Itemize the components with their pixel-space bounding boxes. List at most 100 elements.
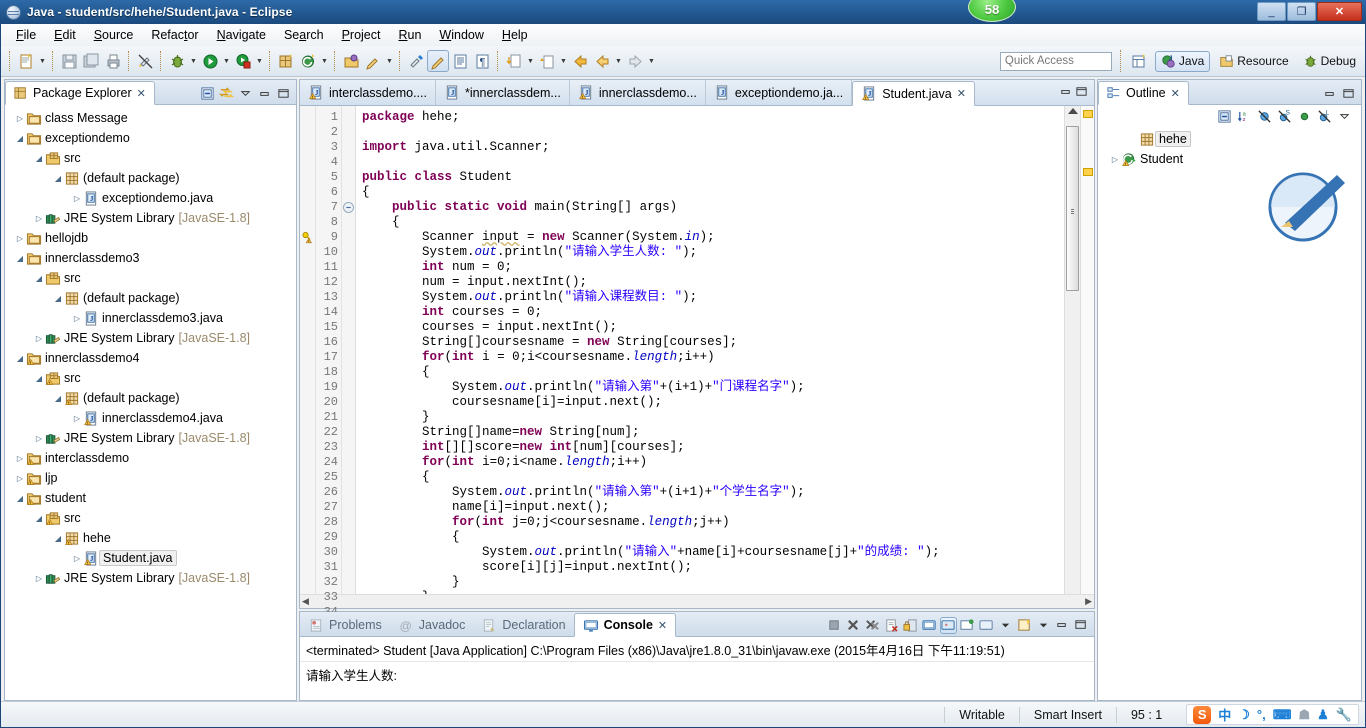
forward-dropdown-icon[interactable]: ▼ [646,50,657,72]
bottom-tab-problems[interactable]: Problems [300,613,390,637]
new-wizard-icon[interactable] [15,50,37,72]
perspective-java[interactable]: J Java [1154,50,1211,72]
minimize-button[interactable]: _ [1257,2,1286,21]
collapsed-arrow-icon[interactable]: ▷ [15,474,25,483]
new-java-class-icon[interactable] [297,50,319,72]
close-button[interactable]: ✕ [1317,2,1362,21]
code-line[interactable] [362,155,1064,170]
editor-tab-0[interactable]: Jinterclassdemo.... [300,80,436,105]
collapsed-arrow-icon[interactable]: ▷ [34,574,44,583]
expanded-arrow-icon[interactable]: ◢ [15,494,25,503]
tree-item-class-message[interactable]: ▷ class Message [5,108,296,128]
collapse-all-icon[interactable] [199,85,216,102]
minimize-view-icon[interactable] [1059,85,1072,101]
minimize-view-icon[interactable] [256,85,273,102]
maximize-view-icon[interactable] [1073,617,1090,634]
close-icon[interactable]: ✕ [957,87,966,100]
debug-dropdown-icon[interactable]: ▼ [188,50,199,72]
scrollbar-thumb[interactable] [1066,126,1079,291]
expanded-arrow-icon[interactable]: ◢ [53,294,63,303]
ime-toolbar[interactable]: S 中 ☽ °, ⌨ ☗ ♟ 🔧 [1186,704,1359,725]
expanded-arrow-icon[interactable]: ◢ [34,514,44,523]
menu-help[interactable]: Help [493,26,537,44]
forward-history-icon[interactable] [591,50,613,72]
collapsed-arrow-icon[interactable]: ▷ [34,434,44,443]
tree-item-jre-system-library[interactable]: ▷ JRE System Library [JavaSE-1.8] [5,428,296,448]
marker-gutter[interactable] [300,106,316,594]
debug-icon[interactable] [166,50,188,72]
maximize-view-icon[interactable] [275,85,292,102]
folding-ruler[interactable] [342,106,356,594]
open-type-icon[interactable] [340,50,362,72]
close-icon[interactable]: ✕ [658,619,667,632]
scroll-right-arrow-icon[interactable]: ▶ [1085,596,1092,607]
tree-item-innerclassdemo3-java[interactable]: ▷ Jinnerclassdemo3.java [5,308,296,328]
menu-navigate[interactable]: Navigate [208,26,275,44]
open-perspective-icon[interactable] [1129,50,1151,72]
tree-item-innerclassdemo4[interactable]: ◢ innerclassdemo4 [5,348,296,368]
code-line[interactable]: { [362,365,1064,380]
show-whitespace-icon[interactable] [449,50,471,72]
code-line[interactable]: for(int j=0;j<coursesname.length;j++) [362,515,1064,530]
expanded-arrow-icon[interactable]: ◢ [34,154,44,163]
next-annotation-icon[interactable] [503,50,525,72]
pilcrow-icon[interactable]: ¶ [471,50,493,72]
code-line[interactable]: int num = 0; [362,260,1064,275]
code-line[interactable]: public class Student [362,170,1064,185]
menu-edit[interactable]: Edit [45,26,85,44]
code-line[interactable]: System.out.println("请输入学生人数: "); [362,245,1064,260]
editor-tab-3[interactable]: Jexceptiondemo.ja... [706,80,853,105]
maximize-view-icon[interactable] [1340,85,1357,102]
menu-run[interactable]: Run [389,26,430,44]
expanded-arrow-icon[interactable]: ◢ [34,274,44,283]
collapsed-arrow-icon[interactable]: ▷ [72,194,82,203]
code-line[interactable]: courses = input.nextInt(); [362,320,1064,335]
tab-package-explorer[interactable]: Package Explorer ✕ [5,81,155,105]
code-line[interactable]: System.out.println("请输入课程数目: "); [362,290,1064,305]
expanded-arrow-icon[interactable]: ◢ [15,254,25,263]
back-icon[interactable] [569,50,591,72]
collapse-all-icon[interactable] [1216,108,1233,125]
ime-punctuation-icon[interactable]: °, [1257,707,1266,722]
ime-tools-icon[interactable]: 🔧 [1336,707,1352,723]
run-external-tools-icon[interactable] [232,50,254,72]
bottom-tab-console[interactable]: Console ✕ [573,613,677,637]
ime-skin-icon[interactable]: ♟ [1317,707,1329,723]
editor-horizontal-scrollbar[interactable]: ◀ ▶ [300,594,1094,608]
package-explorer-tree[interactable]: ▷ class Message ◢ exceptiondemo ◢ src ◢ (defaul… [5,105,296,700]
tree-item-innerclassdemo3[interactable]: ◢ innerclassdemo3 [5,248,296,268]
code-line[interactable]: String[]name=new String[num]; [362,425,1064,440]
tree-item-default-package[interactable]: ◢ (default package) [5,168,296,188]
collapsed-arrow-icon[interactable]: ▷ [72,414,82,423]
scroll-left-arrow-icon[interactable]: ◀ [302,596,309,607]
tree-item-innerclassdemo4-java[interactable]: ▷ Jinnerclassdemo4.java [5,408,296,428]
code-line[interactable]: import java.util.Scanner; [362,140,1064,155]
code-line[interactable]: num = input.nextInt(); [362,275,1064,290]
quick-access-input[interactable]: Quick Access [999,51,1112,71]
ime-keyboard-icon[interactable]: ⌨ [1273,707,1292,723]
remove-launch-icon[interactable] [845,617,862,634]
previous-annotation-dropdown-icon[interactable]: ▼ [558,50,569,72]
expanded-arrow-icon[interactable]: ◢ [53,394,63,403]
code-line[interactable]: } [362,590,1064,594]
collapsed-arrow-icon[interactable]: ▷ [72,314,82,323]
bottom-tab-javadoc[interactable]: @ Javadoc [390,613,474,637]
tree-item-default-package[interactable]: ◢ (default package) [5,288,296,308]
collapsed-arrow-icon[interactable]: ▷ [15,454,25,463]
collapsed-arrow-icon[interactable]: ▷ [34,334,44,343]
tree-item-ljp[interactable]: ▷ ljp [5,468,296,488]
warning-marker-icon[interactable] [301,231,315,244]
code-line[interactable]: } [362,410,1064,425]
code-line[interactable]: { [362,470,1064,485]
code-line[interactable]: int[][]score=new int[num][courses]; [362,440,1064,455]
code-line[interactable]: score[i][j]=input.nextInt(); [362,560,1064,575]
code-line[interactable]: name[i]=input.next(); [362,500,1064,515]
hide-static-icon[interactable]: S [1276,108,1293,125]
pin-console-icon[interactable] [921,617,938,634]
code-line[interactable]: } [362,575,1064,590]
collapsed-arrow-icon[interactable]: ▷ [15,114,25,123]
warning-marker[interactable] [1083,168,1093,176]
open-console-icon[interactable] [959,617,976,634]
tree-item-jre-system-library[interactable]: ▷ JRE System Library [JavaSE-1.8] [5,568,296,588]
new-java-package-icon[interactable] [275,50,297,72]
